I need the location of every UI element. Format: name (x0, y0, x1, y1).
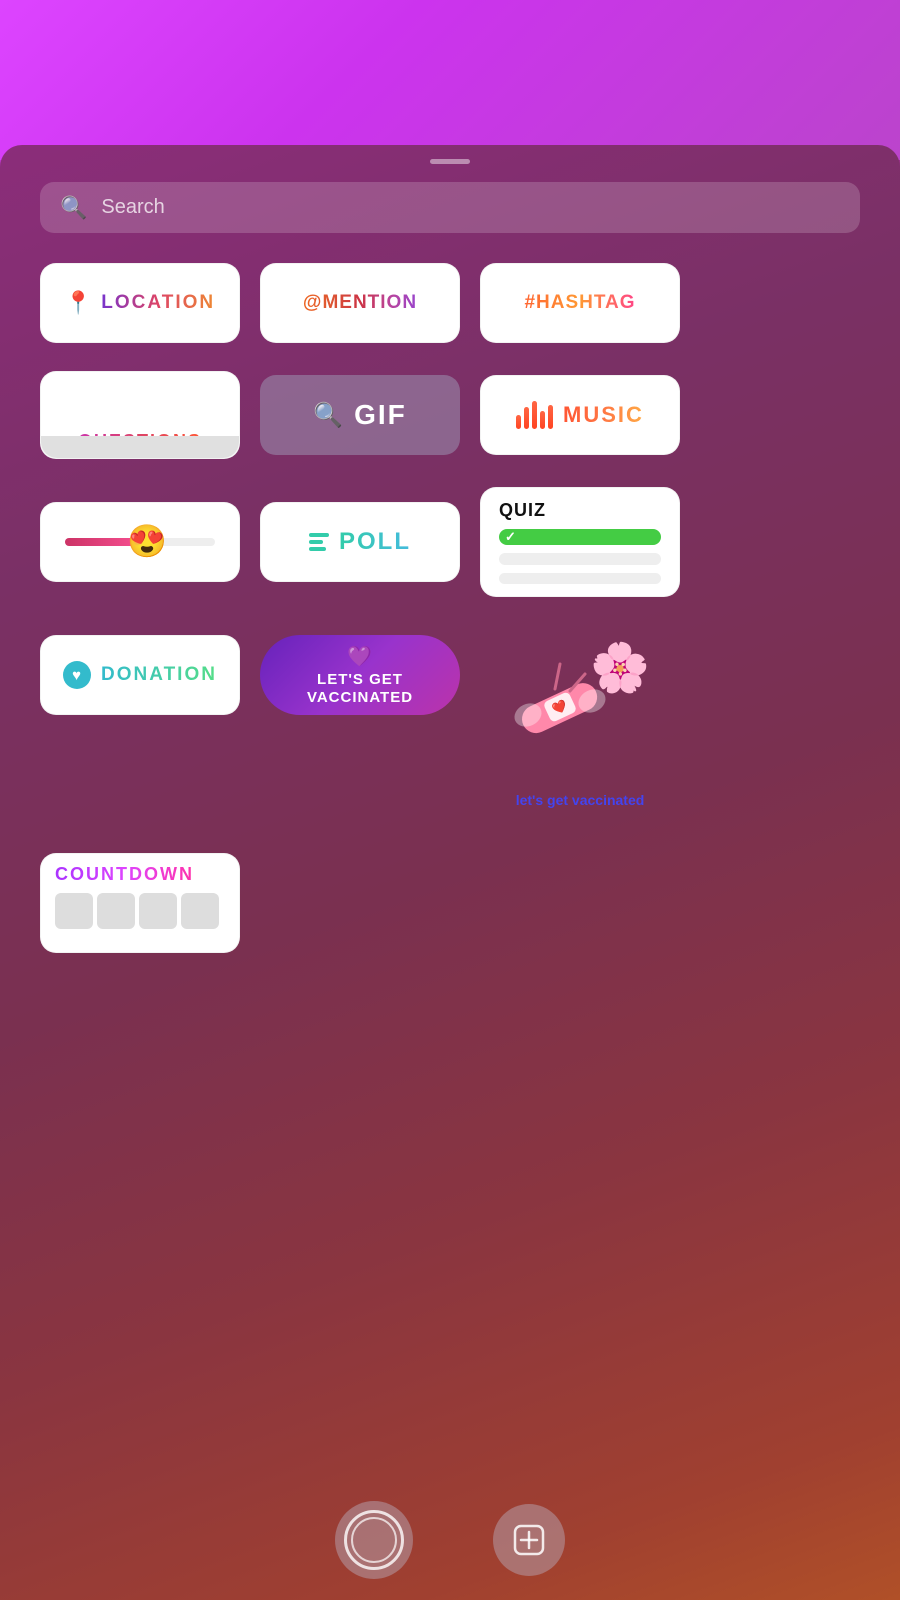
vac-art-label: let's get vaccinated (516, 792, 645, 809)
quiz-option-2 (499, 553, 661, 565)
questions-bottom-strip (41, 436, 239, 458)
sticker-vaccinated[interactable]: 💜 LET'S GETVACCINATED (260, 635, 460, 715)
sticker-vaccinated-label: LET'S GETVACCINATED (307, 671, 413, 707)
pin-icon: 📍 (65, 290, 93, 316)
syringe-art: ❤️ (500, 659, 620, 739)
countdown-box-2 (97, 893, 135, 929)
countdown-box-4 (181, 893, 219, 929)
add-sticker-button[interactable] (493, 1504, 565, 1576)
vaccinated-heart-icon: 💜 (347, 644, 373, 669)
sticker-questions[interactable]: QUESTIONS (40, 371, 240, 459)
sticker-emoji-slider[interactable]: 😍 (40, 502, 240, 582)
sticker-mention[interactable]: @MENTION (260, 263, 460, 343)
countdown-box-1 (55, 893, 93, 929)
search-icon: 🔍 (60, 197, 87, 219)
sticker-poll[interactable]: POLL (260, 502, 460, 582)
bottom-camera-bar (0, 1480, 900, 1600)
gif-search-icon: 🔍 (313, 401, 344, 430)
sticker-countdown[interactable]: COUNTDOWN (40, 853, 240, 953)
sticker-row-4: ♥ DONATION 💜 LET'S GETVACCINATED 🌸 (40, 635, 860, 815)
sticker-hashtag-label: #HASHTAG (524, 292, 635, 314)
sticker-grid: 📍 LOCATION @MENTION #HASHTAG QUESTIONS 🔍… (0, 263, 900, 953)
sticker-quiz-label: QUIZ (499, 500, 546, 521)
sticker-donation[interactable]: ♥ DONATION (40, 635, 240, 715)
sticker-music[interactable]: MUSIC (480, 375, 680, 455)
drag-handle[interactable] (430, 159, 470, 164)
sticker-gif-label: GIF (354, 399, 407, 431)
quiz-option-3 (499, 573, 661, 585)
camera-button[interactable] (335, 1501, 413, 1579)
sticker-sheet: 🔍 Search 📍 LOCATION @MENTION #HASHTAG QU… (0, 145, 900, 1600)
sticker-gif[interactable]: 🔍 GIF (260, 375, 460, 455)
sticker-row-1: 📍 LOCATION @MENTION #HASHTAG (40, 263, 860, 343)
sticker-hashtag[interactable]: #HASHTAG (480, 263, 680, 343)
sticker-donation-label: DONATION (101, 664, 217, 686)
donation-heart-icon: ♥ (63, 661, 91, 689)
add-sticker-icon (511, 1522, 547, 1558)
sticker-location[interactable]: 📍 LOCATION (40, 263, 240, 343)
vac-art-container: 🌸 ❤️ let's get vaccinated (490, 639, 670, 809)
sticker-vaccinated-art[interactable]: 🌸 ❤️ let's get vaccinated (480, 635, 680, 815)
slider-emoji: 😍 (127, 522, 168, 560)
sticker-location-label: LOCATION (101, 292, 215, 314)
search-input[interactable]: Search (101, 196, 164, 219)
top-background (0, 0, 900, 160)
sticker-poll-label: POLL (339, 528, 411, 556)
slider-track: 😍 (65, 538, 215, 546)
countdown-boxes (55, 893, 219, 929)
sticker-quiz[interactable]: QUIZ (480, 487, 680, 597)
quiz-option-correct (499, 529, 661, 545)
camera-icon (344, 1510, 404, 1570)
sticker-music-label: MUSIC (563, 402, 644, 428)
music-bars-icon (516, 401, 553, 429)
poll-icon (309, 533, 329, 551)
sticker-mention-label: @MENTION (303, 292, 417, 314)
sticker-countdown-label: COUNTDOWN (55, 864, 194, 885)
sticker-row-3: 😍 POLL QUIZ (40, 487, 860, 597)
search-bar[interactable]: 🔍 Search (40, 182, 860, 233)
sticker-row-2: QUESTIONS 🔍 GIF MUSIC (40, 371, 860, 459)
countdown-box-3 (139, 893, 177, 929)
sticker-row-5: COUNTDOWN (40, 853, 860, 953)
